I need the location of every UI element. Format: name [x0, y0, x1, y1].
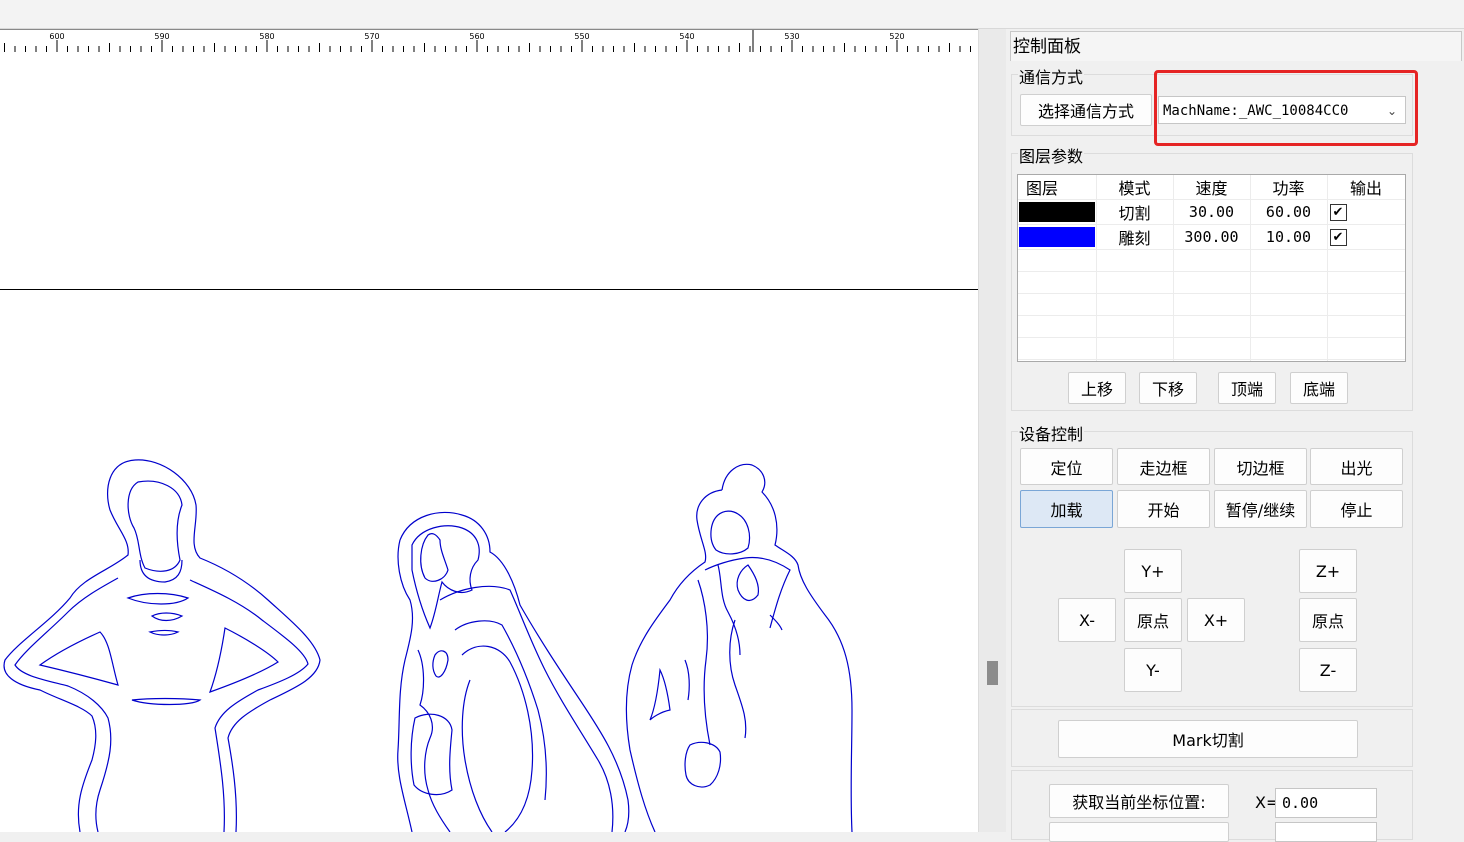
design-canvas[interactable]: 600 590 580 570 560 550 540 530 520	[0, 29, 978, 832]
top-toolbar-strip	[0, 0, 1464, 29]
col-header-power: 功率	[1250, 175, 1328, 200]
table-row-empty	[1018, 293, 1405, 316]
vector-drawing[interactable]	[0, 29, 978, 832]
col-header-layer: 图层	[1018, 175, 1097, 200]
fire-laser-button[interactable]: 出光	[1310, 448, 1403, 485]
pause-resume-button[interactable]: 暂停/继续	[1214, 490, 1307, 528]
scrollbar-thumb[interactable]	[987, 661, 998, 685]
x-coord-input[interactable]: 0.00	[1275, 788, 1377, 818]
table-row-empty	[1018, 359, 1405, 361]
table-row[interactable]: 切割 30.00 60.00 ✔	[1018, 199, 1405, 225]
cut-frame-button[interactable]: 切边框	[1214, 448, 1307, 485]
layer-speed[interactable]: 300.00	[1173, 224, 1251, 250]
panel-title: 控制面板	[1010, 31, 1462, 61]
origin-z-button[interactable]: 原点	[1299, 598, 1357, 642]
layer-mode[interactable]: 雕刻	[1096, 224, 1174, 250]
move-bottom-button[interactable]: 底端	[1290, 372, 1348, 404]
canvas-vertical-scrollbar[interactable]	[978, 29, 1007, 832]
origin-xy-button[interactable]: 原点	[1124, 598, 1182, 642]
jog-z-plus-button[interactable]: Z+	[1299, 549, 1357, 593]
layer-mode[interactable]: 切割	[1096, 199, 1174, 225]
table-row-empty	[1018, 337, 1405, 360]
layer-speed[interactable]: 30.00	[1173, 199, 1251, 225]
stop-button[interactable]: 停止	[1310, 490, 1403, 528]
table-row[interactable]: 雕刻 300.00 10.00 ✔	[1018, 224, 1405, 250]
frame-button[interactable]: 走边框	[1117, 448, 1210, 485]
layer-color-swatch[interactable]	[1019, 227, 1095, 247]
comm-group-label: 通信方式	[1018, 64, 1085, 88]
jog-x-minus-button[interactable]: X-	[1058, 598, 1116, 642]
jog-z-minus-button[interactable]: Z-	[1299, 648, 1357, 692]
layers-table[interactable]: 图层 模式 速度 功率 输出 切割 30.00 60.00 ✔ 雕刻 300.0…	[1017, 174, 1406, 362]
table-row-empty	[1018, 271, 1405, 294]
secondary-position-button[interactable]	[1049, 822, 1229, 842]
col-header-output: 输出	[1327, 175, 1405, 200]
figure-outline-middle[interactable]	[397, 511, 630, 832]
y-coord-input[interactable]	[1275, 822, 1377, 842]
table-row-empty	[1018, 315, 1405, 338]
jog-y-minus-button[interactable]: Y-	[1124, 648, 1182, 692]
figure-outline-left[interactable]	[3, 459, 321, 832]
col-header-speed: 速度	[1173, 175, 1251, 200]
layer-output-checkbox[interactable]: ✔	[1329, 228, 1347, 246]
load-button[interactable]: 加载	[1020, 490, 1113, 528]
move-top-button[interactable]: 顶端	[1218, 372, 1276, 404]
layer-color-swatch[interactable]	[1019, 202, 1095, 222]
layer-output-checkbox[interactable]: ✔	[1329, 203, 1347, 221]
mark-cut-button[interactable]: Mark切割	[1058, 720, 1358, 758]
highlight-box	[1154, 70, 1418, 146]
jog-y-plus-button[interactable]: Y+	[1124, 549, 1182, 593]
locate-button[interactable]: 定位	[1020, 448, 1113, 485]
start-button[interactable]: 开始	[1117, 490, 1210, 528]
move-up-button[interactable]: 上移	[1068, 372, 1126, 404]
device-group-label: 设备控制	[1018, 421, 1085, 445]
layers-table-header: 图层 模式 速度 功率 输出	[1018, 175, 1405, 200]
layer-power[interactable]: 10.00	[1250, 224, 1328, 250]
jog-x-plus-button[interactable]: X+	[1187, 598, 1245, 642]
figure-outline-right[interactable]	[625, 463, 853, 832]
get-position-button[interactable]: 获取当前坐标位置:	[1049, 784, 1229, 818]
layers-group-label: 图层参数	[1018, 143, 1085, 167]
table-row-empty	[1018, 249, 1405, 272]
layer-power[interactable]: 60.00	[1250, 199, 1328, 225]
move-down-button[interactable]: 下移	[1139, 372, 1197, 404]
select-comm-button[interactable]: 选择通信方式	[1020, 94, 1152, 126]
col-header-mode: 模式	[1096, 175, 1174, 200]
